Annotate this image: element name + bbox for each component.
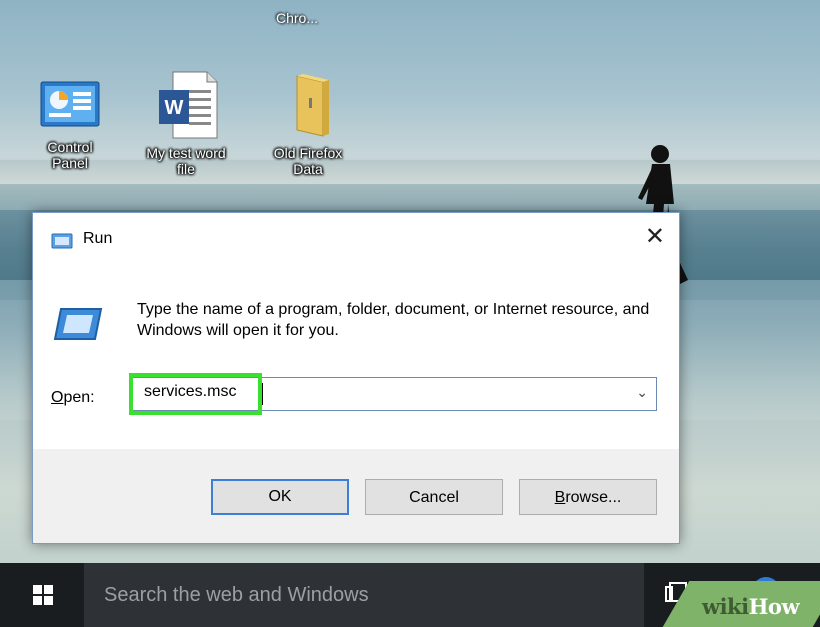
dialog-title: Run — [83, 230, 113, 247]
desktop-icon-label: file — [177, 161, 195, 177]
search-placeholder: Search the web and Windows — [104, 584, 369, 606]
run-dialog-body: Type the name of a program, folder, docu… — [33, 265, 679, 449]
input-highlight-box — [129, 373, 262, 415]
wikihow-watermark: wikiHow — [702, 594, 800, 619]
windows-logo-icon — [33, 585, 53, 605]
control-panel-icon — [40, 81, 100, 127]
desktop-icon-label: My test word — [146, 145, 226, 161]
svg-text:W: W — [165, 97, 184, 119]
run-dialog-titlebar[interactable]: Run ✕ — [33, 213, 679, 265]
desktop-icon-label: Old Firefox — [273, 145, 343, 161]
desktop-icon-label: Data — [293, 161, 323, 177]
cancel-button[interactable]: Cancel — [365, 479, 503, 515]
word-document-icon: W — [159, 71, 218, 139]
browse-button[interactable]: Browse... — [519, 479, 657, 515]
run-dialog: Run ✕ Type the name of a program, folder… — [32, 212, 680, 544]
start-button[interactable] — [0, 563, 84, 627]
desktop-icon-label: Panel — [52, 155, 88, 171]
taskbar-search-box[interactable]: Search the web and Windows — [84, 563, 644, 627]
run-dialog-footer: OK Cancel Browse... — [33, 449, 679, 543]
desktop-icon-old-firefox-data[interactable]: Old Firefox Data — [262, 70, 354, 177]
close-icon[interactable]: ✕ — [645, 225, 665, 249]
run-program-icon — [53, 308, 103, 340]
ok-button[interactable]: OK — [211, 479, 349, 515]
wave-band — [0, 160, 820, 184]
desktop-icon-control-panel[interactable]: Control Panel — [24, 80, 116, 171]
run-icon — [51, 233, 73, 249]
desktop-icon-label-top[interactable]: Chro... — [276, 10, 318, 26]
dialog-description: Type the name of a program, folder, docu… — [137, 301, 650, 339]
desktop-icon-label: Control — [47, 139, 93, 155]
chevron-down-icon[interactable]: ⌄ — [636, 384, 648, 401]
desktop-icon-word-file[interactable]: W My test word file — [140, 70, 232, 177]
open-label: Open: — [51, 389, 95, 406]
folder-icon — [296, 74, 329, 137]
